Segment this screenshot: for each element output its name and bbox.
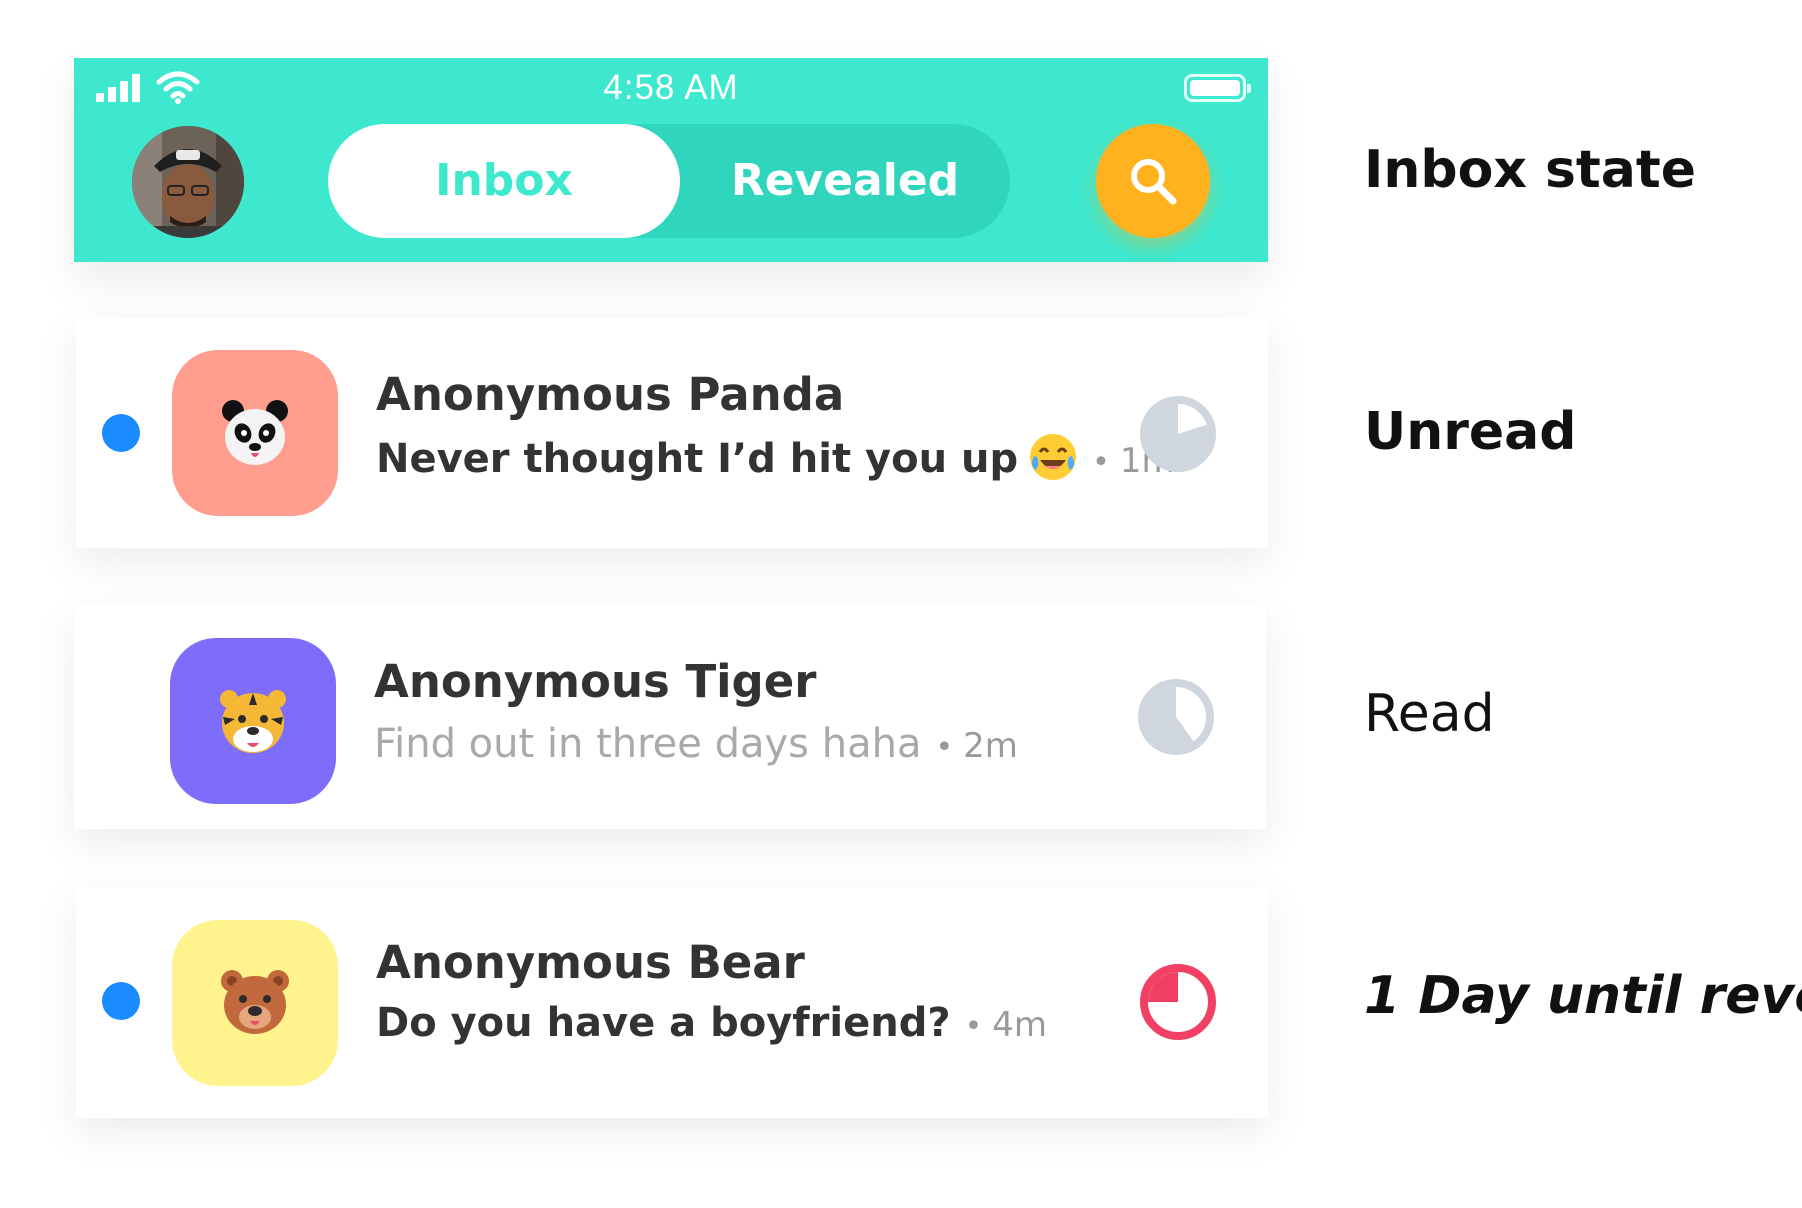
sender-name: Anonymous Tiger [374, 655, 817, 708]
avatar-tile [172, 920, 338, 1086]
tab-inbox[interactable]: Inbox [328, 124, 680, 238]
tiger-icon [220, 690, 286, 753]
reveal-timer-icon [1138, 679, 1214, 755]
message-preview-row: Do you have a boyfriend? • 4m [376, 1000, 1047, 1046]
message-preview: Find out in three days haha [374, 721, 922, 767]
sender-name: Anonymous Panda [376, 368, 845, 421]
label-reveal: 1 Day until reveal [1364, 966, 1802, 1026]
unread-dot [102, 414, 140, 452]
message-row-bear[interactable]: Anonymous Bear Do you have a boyfriend? •… [76, 888, 1268, 1118]
message-preview-row: Never thought I’d hit you up • 1m [376, 432, 1175, 492]
profile-avatar[interactable] [132, 126, 244, 238]
separator-dot: • [1092, 445, 1110, 480]
stage: 4:58 AM Inbox Revealed Anonymous Panda N… [0, 0, 1802, 1208]
search-icon [1131, 159, 1177, 205]
panda-icon [222, 400, 288, 465]
separator-dot: • [964, 1009, 983, 1044]
avatar-tile [170, 638, 336, 804]
message-row-tiger[interactable]: Anonymous Tiger Find out in three days h… [74, 605, 1266, 829]
message-preview: Do you have a boyfriend? [376, 1000, 951, 1046]
bear-icon [221, 970, 289, 1034]
status-bar: 4:58 AM [74, 58, 1268, 118]
search-button[interactable] [1096, 124, 1210, 238]
reveal-timer-icon [1140, 964, 1216, 1040]
label-read: Read [1364, 684, 1495, 744]
message-preview: Never thought I’d hit you up [376, 436, 1019, 482]
message-preview-row: Find out in three days haha • 2m [374, 721, 1018, 767]
time-ago: 4m [992, 1005, 1048, 1045]
reveal-timer-icon [1140, 396, 1216, 472]
label-unread: Unread [1364, 402, 1577, 462]
app-header: 4:58 AM Inbox Revealed [74, 58, 1268, 262]
message-row-panda[interactable]: Anonymous Panda Never thought I’d hit yo… [76, 318, 1268, 548]
status-time: 4:58 AM [603, 68, 739, 107]
unread-dot [102, 982, 140, 1020]
sender-name: Anonymous Bear [376, 936, 805, 989]
avatar-tile [172, 350, 338, 516]
label-inbox-state: Inbox state [1364, 140, 1696, 200]
battery-icon [1184, 74, 1251, 102]
separator-dot: • [935, 730, 954, 765]
time-ago: 2m [963, 726, 1018, 766]
avatar-photo [132, 126, 244, 238]
laughing-tears-emoji-icon [1028, 432, 1078, 492]
tab-switcher: Inbox Revealed [328, 124, 1010, 238]
tab-revealed[interactable]: Revealed [680, 124, 1010, 238]
